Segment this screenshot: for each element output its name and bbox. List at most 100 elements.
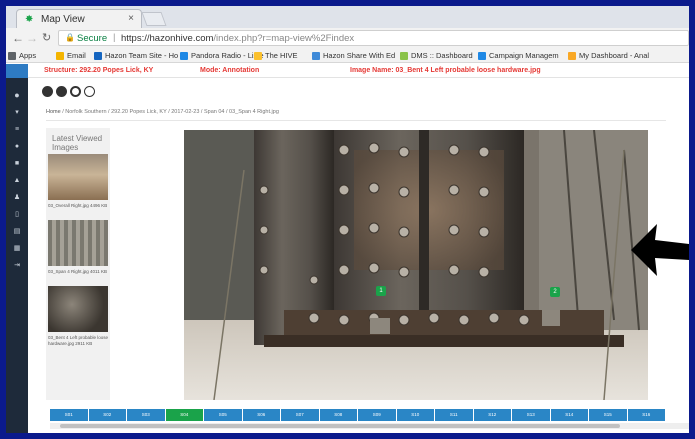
thumbnail-span4-right[interactable] <box>48 220 108 266</box>
page-button-s07[interactable]: S07 <box>281 409 319 421</box>
bookmark-label: DMS :: Dashboard <box>411 51 473 60</box>
bookmark-label: Hazon Share With Ed <box>323 51 396 60</box>
tab-strip: ✸ Map View × <box>6 6 689 28</box>
divider <box>46 120 666 121</box>
page-button-s16[interactable]: S16 <box>627 409 665 421</box>
inbox-icon[interactable]: ■ <box>13 160 21 168</box>
info-icon[interactable] <box>42 86 53 97</box>
new-tab-button[interactable] <box>141 12 167 26</box>
page-button-s14[interactable]: S14 <box>550 409 588 421</box>
thumbnail-caption: 03_Bent 4 Left probable loose hardware.j… <box>48 335 109 346</box>
annotation-marker-2[interactable]: 2 <box>550 287 560 297</box>
url-host: https://hazonhive.com <box>121 33 214 44</box>
address-bar[interactable]: 🔒 Secure | https://hazonhive.com/index.p… <box>58 30 689 46</box>
latest-viewed-panel: Latest Viewed Images 03_Overall Right.jp… <box>46 128 110 400</box>
zoom-in-icon[interactable] <box>70 86 81 97</box>
list-icon[interactable]: ≡ <box>13 126 21 134</box>
close-tab-icon[interactable]: × <box>128 13 134 24</box>
tab-map-view[interactable]: ✸ Map View × <box>16 9 142 28</box>
page-button-s15[interactable]: S15 <box>589 409 627 421</box>
back-arrow-icon[interactable]: ← <box>12 31 24 45</box>
annotation-marker-1[interactable]: 1 <box>376 286 386 296</box>
span-pager: S01 S02 S03 S04 S05 S06 S07 S08 S09 S10 S11 S12 S13 S… <box>50 409 666 421</box>
page-button-s06[interactable]: S06 <box>242 409 280 421</box>
warning-icon[interactable]: ▲ <box>13 177 21 185</box>
separator: | <box>113 32 116 43</box>
bookmark-favicon-icon <box>568 51 576 60</box>
sidebar-nav: ● ▾ ≡ ● ■ ▲ ♟ ▯ ▤ ▦ ⇥ <box>6 64 28 433</box>
people-icon[interactable]: ♟ <box>13 194 21 202</box>
bent-hardware-photo <box>184 130 648 400</box>
lock-icon: 🔒 <box>65 33 75 42</box>
page-button-s04[interactable]: S04 <box>165 409 203 421</box>
pin-icon[interactable]: ▾ <box>13 109 21 117</box>
image-name-label: Image Name: 03_Bent 4 Left probable loos… <box>350 67 541 74</box>
bookmark-favicon-icon <box>94 51 102 60</box>
logout-icon[interactable]: ⇥ <box>13 262 21 270</box>
page-button-s10[interactable]: S10 <box>396 409 434 421</box>
main-image-viewer[interactable]: 1 2 <box>184 130 648 400</box>
browser-toolbar: ← → ↻ 🔒 Secure | https://hazonhive.com/i… <box>6 28 689 48</box>
bookmark-favicon-icon <box>8 51 16 60</box>
page-button-s09[interactable]: S09 <box>358 409 396 421</box>
bookmark-label: The HIVE <box>265 51 298 60</box>
bookmark-favicon-icon <box>180 51 188 60</box>
bookmark-label: Email <box>67 51 86 60</box>
bookmark-label: Hazon Team Site - Ho <box>105 51 179 60</box>
report-icon[interactable]: ▤ <box>13 228 21 236</box>
search-icon[interactable] <box>84 86 95 97</box>
bookmark-favicon-icon <box>254 51 262 60</box>
reload-icon[interactable]: ↻ <box>42 31 51 44</box>
page-button-s08[interactable]: S08 <box>319 409 357 421</box>
bookmark-favicon-icon <box>478 51 486 60</box>
save-icon[interactable] <box>56 86 67 97</box>
page-button-s03[interactable]: S03 <box>127 409 165 421</box>
calendar-icon[interactable]: ▦ <box>13 245 21 253</box>
pointer-arrow-icon <box>631 224 689 276</box>
mode-label: Mode: Annotation <box>200 67 260 74</box>
bookmark-favicon-icon <box>56 51 64 60</box>
bookmark-item[interactable]: Pandora Radio - Liste <box>180 51 264 60</box>
hive-favicon-icon: ✸ <box>25 14 34 25</box>
page-button-s01[interactable]: S01 <box>50 409 88 421</box>
bookmark-item[interactable]: Hazon Share With Ed <box>312 51 395 60</box>
thumbnail-caption: 03_Overall Right.jpg 4496 KB <box>48 203 108 208</box>
url-path: /index.php?r=map-view%2Findex <box>213 33 355 44</box>
page-button-s13[interactable]: S13 <box>512 409 550 421</box>
bookmark-item[interactable]: Email <box>56 51 86 60</box>
user-avatar-icon[interactable]: ● <box>13 91 21 100</box>
thumbnail-bent4-left[interactable] <box>48 286 108 332</box>
thumbnail-overall-right[interactable] <box>48 154 108 200</box>
bookmark-label: My Dashboard - Anal <box>579 51 650 60</box>
forward-arrow-icon[interactable]: → <box>26 31 38 45</box>
page-button-s12[interactable]: S12 <box>473 409 511 421</box>
settings-icon[interactable]: ● <box>13 143 21 151</box>
bookmarks-bar: Apps Email Hazon Team Site - Ho Pandora Rad… <box>6 48 689 63</box>
bookmark-item[interactable]: Hazon Team Site - Ho <box>94 51 178 60</box>
breadcrumb: Home / Norfolk Southern / 292.20 Popes L… <box>46 109 279 115</box>
secure-label: Secure <box>77 33 108 44</box>
thumbnail-caption: 03_Span 4 Right.jpg 4011 KB <box>48 269 107 274</box>
bookmark-item[interactable]: The HIVE <box>254 51 298 60</box>
tab-title: Map View <box>41 14 85 25</box>
horizontal-scrollbar[interactable] <box>50 423 689 429</box>
breadcrumb-home-link[interactable]: Home <box>46 109 61 115</box>
bookmark-item[interactable]: Campaign Managem <box>478 51 559 60</box>
bookmark-item[interactable]: DMS :: Dashboard <box>400 51 473 60</box>
document-icon[interactable]: ▯ <box>13 211 21 219</box>
breadcrumb-path[interactable]: / Norfolk Southern / 292.20 Popes Lick, … <box>61 109 279 115</box>
bookmark-favicon-icon <box>312 51 320 60</box>
hive-logo <box>6 64 28 78</box>
info-bar: Structure: 292.20 Popes Lick, KY Mode: A… <box>28 64 689 78</box>
bookmark-label: Apps <box>19 51 37 60</box>
page-button-s02[interactable]: S02 <box>88 409 126 421</box>
latest-viewed-header: Latest Viewed Images <box>52 134 103 152</box>
bookmark-item[interactable]: Apps <box>8 51 36 60</box>
url-text: https://hazonhive.com/index.php?r=map-vi… <box>121 33 354 44</box>
bookmark-item[interactable]: My Dashboard - Anal <box>568 51 649 60</box>
page-button-s11[interactable]: S11 <box>435 409 473 421</box>
bookmark-label: Campaign Managem <box>489 51 559 60</box>
page-button-s05[interactable]: S05 <box>204 409 242 421</box>
bookmark-label: Pandora Radio - Liste <box>191 51 264 60</box>
scrollbar-thumb[interactable] <box>60 424 620 428</box>
